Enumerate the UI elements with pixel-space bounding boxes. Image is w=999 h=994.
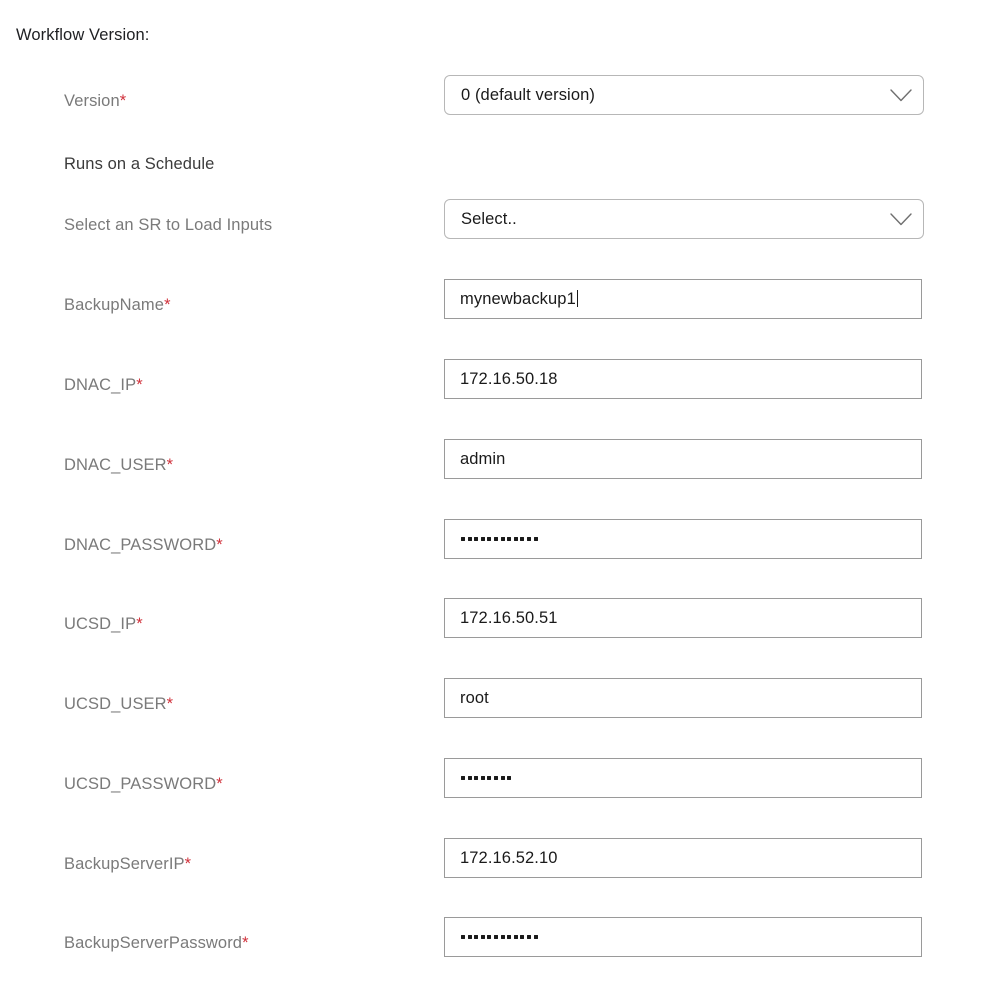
input-value: 172.16.50.18 bbox=[460, 369, 558, 388]
input-dnac-user[interactable]: admin bbox=[444, 439, 922, 479]
field-label-dnac-password: DNAC_PASSWORD* bbox=[64, 537, 223, 554]
required-asterisk: * bbox=[242, 934, 249, 952]
field-label-text: DNAC_IP bbox=[64, 376, 137, 394]
field-label-text: DNAC_PASSWORD bbox=[64, 536, 217, 554]
select-value: 0 (default version) bbox=[461, 85, 595, 104]
required-asterisk: * bbox=[136, 615, 143, 633]
field-label-backupname: BackupName* bbox=[64, 297, 171, 314]
input-dnac-ip[interactable]: 172.16.50.18 bbox=[444, 359, 922, 399]
field-label-backupserverpassword: BackupServerPassword* bbox=[64, 935, 249, 952]
field-label-ucsd-user: UCSD_USER* bbox=[64, 696, 173, 713]
form-row-ucsd-password: UCSD_PASSWORD* bbox=[0, 758, 999, 818]
masked-password-value bbox=[445, 537, 538, 541]
form-row-backupserverip: BackupServerIP* 172.16.52.10 bbox=[0, 838, 999, 898]
form-row-select-an-sr-to-load-inputs: Select an SR to Load Inputs Select.. bbox=[0, 199, 999, 259]
field-label-backupserverip: BackupServerIP* bbox=[64, 856, 191, 873]
field-label-text: BackupServerPassword bbox=[64, 934, 243, 952]
input-ucsd-user[interactable]: root bbox=[444, 678, 922, 718]
form-row-dnac-password: DNAC_PASSWORD* bbox=[0, 519, 999, 579]
field-label-dnac-user: DNAC_USER* bbox=[64, 457, 173, 474]
required-asterisk: * bbox=[216, 536, 223, 554]
field-label-dnac-ip: DNAC_IP* bbox=[64, 377, 143, 394]
form-row-ucsd-user: UCSD_USER* root bbox=[0, 678, 999, 738]
masked-password-value bbox=[445, 935, 538, 939]
field-label-ucsd-ip: UCSD_IP* bbox=[64, 616, 143, 633]
form-row-runs-on-a-schedule: Runs on a Schedule bbox=[0, 138, 999, 198]
form-row-backupserverpassword: BackupServerPassword* bbox=[0, 917, 999, 977]
form-row-backupname: BackupName* mynewbackup1 bbox=[0, 279, 999, 339]
field-label-version: Version* bbox=[64, 93, 126, 110]
field-label-select-an-sr-to-load-inputs: Select an SR to Load Inputs bbox=[64, 217, 272, 234]
field-label-text: UCSD_USER bbox=[64, 695, 167, 713]
input-backupserverpassword[interactable] bbox=[444, 917, 922, 957]
field-label-text: UCSD_PASSWORD bbox=[64, 775, 217, 793]
required-asterisk: * bbox=[166, 695, 174, 713]
required-asterisk: * bbox=[119, 92, 127, 110]
page-title: Workflow Version: bbox=[16, 26, 150, 44]
select-version[interactable]: 0 (default version) bbox=[444, 75, 924, 115]
field-label-text: BackupName bbox=[64, 296, 165, 314]
input-dnac-password[interactable] bbox=[444, 519, 922, 559]
input-value: 172.16.52.10 bbox=[460, 848, 558, 867]
input-value: 172.16.50.51 bbox=[460, 608, 558, 627]
field-label-text: Version bbox=[64, 92, 120, 110]
input-backupname[interactable]: mynewbackup1 bbox=[444, 279, 922, 319]
field-label-text: BackupServerIP bbox=[64, 855, 185, 873]
input-ucsd-ip[interactable]: 172.16.50.51 bbox=[444, 598, 922, 638]
masked-password-value bbox=[445, 776, 512, 780]
required-asterisk: * bbox=[166, 456, 174, 474]
form-row-dnac-ip: DNAC_IP* 172.16.50.18 bbox=[0, 359, 999, 419]
input-ucsd-password[interactable] bbox=[444, 758, 922, 798]
chevron-down-icon[interactable] bbox=[879, 76, 923, 114]
field-label-text: DNAC_USER bbox=[64, 456, 167, 474]
chevron-down-icon[interactable] bbox=[879, 200, 923, 238]
input-value: root bbox=[460, 688, 489, 707]
field-label-text: Select an SR to Load Inputs bbox=[64, 216, 273, 234]
select-value: Select.. bbox=[461, 209, 517, 228]
select-select-an-sr-to-load-inputs[interactable]: Select.. bbox=[444, 199, 924, 239]
form-row-dnac-user: DNAC_USER* admin bbox=[0, 439, 999, 499]
field-label-text: Runs on a Schedule bbox=[64, 155, 215, 173]
field-label-ucsd-password: UCSD_PASSWORD* bbox=[64, 776, 223, 793]
required-asterisk: * bbox=[136, 376, 143, 394]
field-label-text: UCSD_IP bbox=[64, 615, 137, 633]
field-label-runs-on-a-schedule: Runs on a Schedule bbox=[64, 156, 214, 173]
workflow-version-form: Workflow Version: Version* 0 (default ver… bbox=[0, 0, 999, 994]
required-asterisk: * bbox=[164, 296, 171, 314]
form-row-version: Version* 0 (default version) bbox=[0, 75, 999, 135]
input-backupserverip[interactable]: 172.16.52.10 bbox=[444, 838, 922, 878]
input-value: mynewbackup1 bbox=[445, 290, 578, 308]
form-row-ucsd-ip: UCSD_IP* 172.16.50.51 bbox=[0, 598, 999, 658]
input-value: admin bbox=[460, 449, 506, 468]
required-asterisk: * bbox=[184, 855, 192, 873]
required-asterisk: * bbox=[216, 775, 223, 793]
